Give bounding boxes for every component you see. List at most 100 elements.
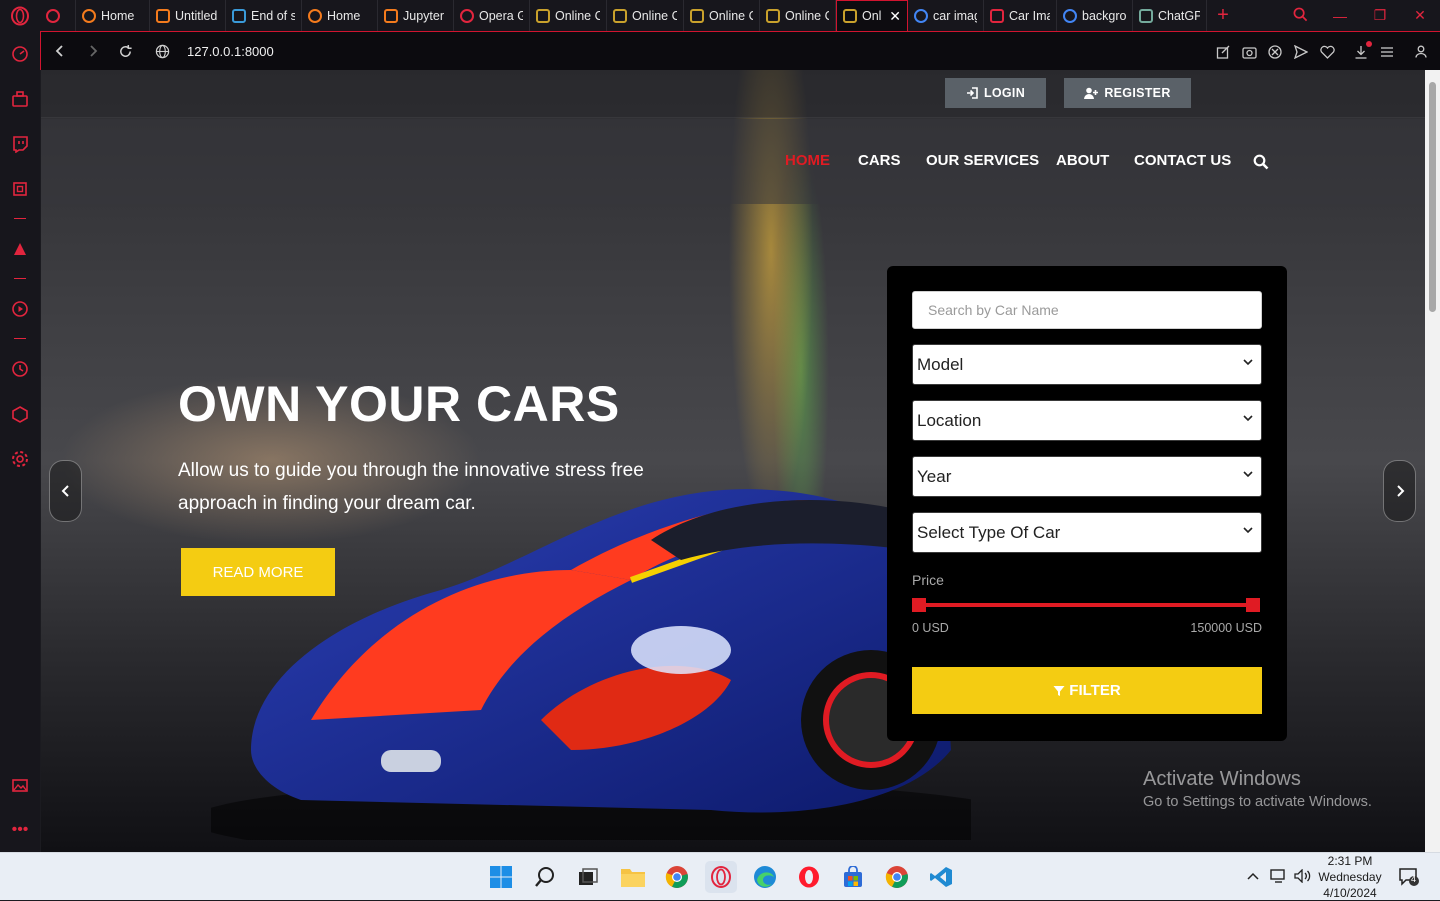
start-icon[interactable] (485, 861, 517, 893)
nav-cars[interactable]: CARS (858, 152, 901, 169)
task-view-icon[interactable] (572, 861, 604, 893)
user-plus-icon (1084, 87, 1099, 99)
year-select[interactable]: Year (912, 456, 1262, 497)
nav-our-services[interactable]: OUR SERVICES (926, 152, 1039, 169)
forward-button[interactable] (76, 32, 109, 71)
search-tabs-icon[interactable] (1280, 7, 1320, 25)
address-bar-tools (1212, 32, 1432, 71)
model-select[interactable]: Model (912, 344, 1262, 385)
tab-title: Jupyter (403, 8, 444, 23)
tab-title: Online C (709, 8, 753, 23)
location-select[interactable]: Location (912, 400, 1262, 441)
filter-button[interactable]: FILTER (912, 667, 1262, 714)
taskbar-clock[interactable]: 2:31 PM Wednesday 4/10/2024 (1316, 853, 1384, 901)
carousel-next-button[interactable] (1383, 460, 1416, 522)
easy-setup-icon[interactable] (1376, 41, 1398, 63)
car-name-search-input[interactable]: Search by Car Name (912, 291, 1262, 329)
car-type-select[interactable]: Select Type Of Car (912, 512, 1262, 553)
url-field[interactable]: 127.0.0.1:8000 (187, 44, 274, 59)
gallery-icon[interactable] (0, 762, 40, 807)
notification-center-icon[interactable]: 4 (1398, 867, 1420, 890)
restore-button[interactable]: ❐ (1360, 7, 1400, 24)
scrollbar-thumb[interactable] (1429, 82, 1436, 312)
browser-tab[interactable]: Onli ✕ (836, 0, 908, 31)
nav-about[interactable]: ABOUT (1056, 152, 1109, 169)
carousel-prev-button[interactable] (49, 460, 82, 522)
browser-tab[interactable]: backgro (1057, 0, 1133, 31)
opera-gx-logo[interactable] (0, 0, 40, 31)
send-icon[interactable] (1290, 41, 1312, 63)
close-window-button[interactable]: ✕ (1400, 7, 1440, 24)
browser-tab[interactable]: car imag (908, 0, 984, 31)
history-icon[interactable] (0, 346, 40, 391)
edge-icon[interactable] (749, 861, 781, 893)
gx-control-icon[interactable] (0, 166, 40, 211)
register-button[interactable]: REGISTER (1064, 78, 1191, 108)
page-scrollbar[interactable] (1425, 70, 1440, 852)
snapshot-icon[interactable] (1238, 41, 1260, 63)
taskbar-search-icon[interactable] (529, 861, 561, 893)
browser-tab[interactable]: End of s (226, 0, 302, 31)
crown-icon (843, 9, 857, 23)
site-info-icon[interactable] (146, 32, 179, 71)
share-icon[interactable] (1212, 41, 1234, 63)
browser-tab[interactable]: Jupyter (378, 0, 454, 31)
bookmark-heart-icon[interactable] (1316, 41, 1338, 63)
price-min-handle[interactable] (912, 598, 926, 612)
browser-tab[interactable] (40, 0, 76, 31)
close-tab-icon[interactable]: ✕ (889, 8, 901, 25)
extensions-icon[interactable] (0, 391, 40, 436)
reload-button[interactable] (109, 32, 142, 71)
browser-tab[interactable]: Home (76, 0, 150, 31)
browser-tab[interactable]: Untitled (150, 0, 226, 31)
opera-gx-taskbar-icon[interactable] (705, 861, 737, 893)
notebook-icon (156, 8, 170, 23)
profile-icon[interactable] (1410, 41, 1432, 63)
browser-tab[interactable]: ChatGPT (1133, 0, 1207, 31)
nav-home[interactable]: HOME (785, 152, 830, 169)
aria-icon[interactable] (0, 226, 40, 271)
tab-title: Car Ima (1009, 8, 1050, 23)
price-range-track[interactable] (917, 603, 1253, 607)
browser-tab[interactable]: Opera G (454, 0, 530, 31)
adblock-icon[interactable] (1264, 41, 1286, 63)
volume-icon[interactable] (1294, 868, 1312, 886)
back-button[interactable] (43, 32, 76, 71)
new-tab-button[interactable]: + (1207, 4, 1239, 27)
tab-title: Home (327, 8, 361, 23)
browser-tab[interactable]: Online C (530, 0, 607, 31)
browser-tab[interactable]: Online C (684, 0, 760, 31)
browser-tab[interactable]: Home (302, 0, 378, 31)
browser-sidebar: ••• (0, 31, 40, 852)
downloads-icon[interactable] (1350, 40, 1372, 63)
browser-tab[interactable]: Car Ima (984, 0, 1057, 31)
file-explorer-icon[interactable] (617, 861, 649, 893)
network-icon[interactable] (1270, 869, 1288, 886)
speed-dial-icon[interactable] (0, 31, 40, 76)
notification-count: 4 (1411, 874, 1417, 884)
browser-tab[interactable]: Online C (607, 0, 684, 31)
price-max-handle[interactable] (1246, 598, 1260, 612)
chevron-right-icon (1396, 485, 1404, 497)
search-icon[interactable] (1253, 154, 1269, 175)
chrome-profile-icon[interactable] (881, 861, 913, 893)
opera-home-icon (308, 8, 322, 23)
player-icon[interactable] (0, 286, 40, 331)
settings-icon[interactable] (0, 436, 40, 481)
opera-icon[interactable] (793, 861, 825, 893)
login-button[interactable]: LOGIN (945, 78, 1046, 108)
browser-tab[interactable]: Online C (760, 0, 836, 31)
twitch-icon[interactable] (0, 121, 40, 166)
gx-corner-icon[interactable] (0, 76, 40, 121)
show-hidden-icons-icon[interactable] (1246, 869, 1260, 884)
nav-contact-us[interactable]: CONTACT US (1134, 152, 1231, 169)
vscode-icon[interactable] (925, 861, 957, 893)
chrome-icon[interactable] (661, 861, 693, 893)
more-icon[interactable]: ••• (0, 807, 40, 852)
minimize-button[interactable]: — (1320, 8, 1360, 24)
tab-title: backgro (1082, 8, 1126, 23)
tab-title: car imag (933, 8, 977, 23)
microsoft-store-icon[interactable] (837, 861, 869, 893)
crown-icon (766, 8, 780, 23)
read-more-button[interactable]: READ MORE (181, 548, 335, 596)
